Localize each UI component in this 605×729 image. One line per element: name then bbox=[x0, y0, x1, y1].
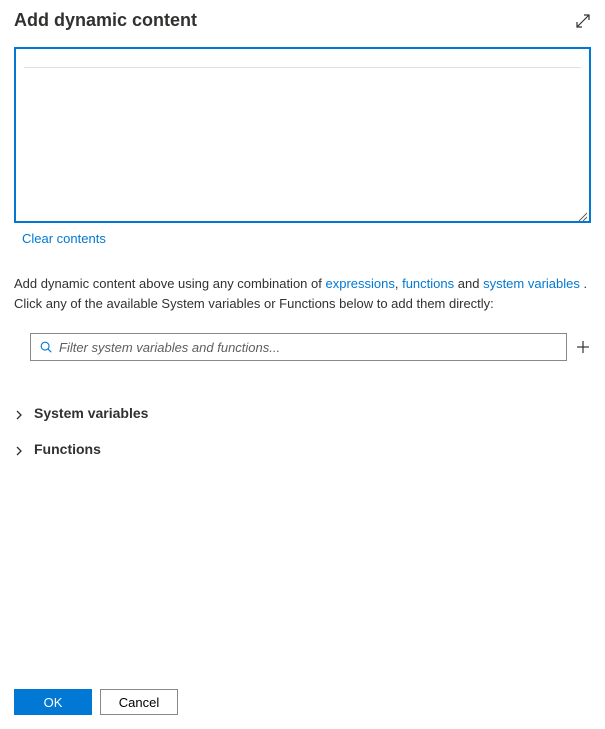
plus-icon[interactable] bbox=[575, 339, 591, 355]
filter-box[interactable] bbox=[30, 333, 567, 361]
functions-link[interactable]: functions bbox=[402, 276, 454, 291]
chevron-right-icon bbox=[14, 408, 24, 418]
dialog-title: Add dynamic content bbox=[14, 10, 197, 31]
resize-handle-icon[interactable] bbox=[577, 209, 587, 219]
system-variables-link[interactable]: system variables bbox=[483, 276, 580, 291]
help-period: . bbox=[580, 276, 587, 291]
expressions-link[interactable]: expressions bbox=[325, 276, 394, 291]
help-text: Add dynamic content above using any comb… bbox=[14, 274, 591, 313]
expression-textarea[interactable] bbox=[16, 49, 589, 221]
filter-input[interactable] bbox=[59, 340, 558, 355]
cancel-button[interactable]: Cancel bbox=[100, 689, 178, 715]
tree-system-variables[interactable]: System variables bbox=[14, 401, 591, 425]
expression-editor[interactable] bbox=[14, 47, 591, 223]
filter-row bbox=[30, 333, 591, 361]
tree-functions[interactable]: Functions bbox=[14, 437, 591, 461]
help-comma: , bbox=[395, 276, 402, 291]
help-prefix: Add dynamic content above using any comb… bbox=[14, 276, 325, 291]
help-line2: Click any of the available System variab… bbox=[14, 296, 494, 311]
dialog-header: Add dynamic content bbox=[14, 10, 591, 31]
tree-label-functions: Functions bbox=[34, 441, 101, 457]
expand-icon[interactable] bbox=[575, 13, 591, 29]
dialog-footer: OK Cancel bbox=[14, 673, 591, 719]
clear-contents-link[interactable]: Clear contents bbox=[22, 231, 591, 246]
ok-button[interactable]: OK bbox=[14, 689, 92, 715]
search-icon bbox=[39, 340, 53, 354]
tree-label-system-variables: System variables bbox=[34, 405, 148, 421]
chevron-right-icon bbox=[14, 444, 24, 454]
help-and: and bbox=[454, 276, 483, 291]
